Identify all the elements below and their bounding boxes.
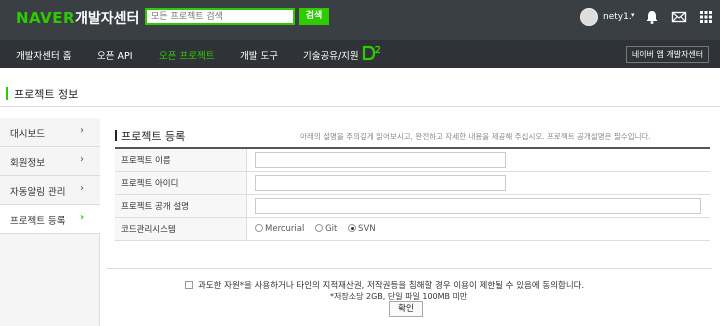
chevron-right-icon: › [80, 154, 84, 165]
agree-text: 과도한 자원*을 사용하거나 타인의 지적재산권, 저작권등을 침해할 경우 이… [198, 281, 585, 291]
radio-button[interactable] [348, 224, 357, 232]
search-button[interactable]: 검색 [299, 8, 329, 25]
user-name[interactable]: nety1. [603, 12, 632, 22]
agree-checkbox[interactable] [185, 281, 193, 289]
site-name[interactable]: 개발자센터 [75, 8, 139, 28]
project-name-input[interactable] [255, 152, 506, 168]
app-developer-center-button[interactable]: 네이버 앱 개발자센터 [626, 46, 709, 63]
sidebar-item-project-register[interactable]: 프로젝트 등록 › [0, 205, 101, 234]
radio-label: Git [325, 224, 338, 234]
radio-button[interactable] [315, 224, 324, 232]
top-header: NAVER 개발자센터 검색 nety1. ▾ [0, 0, 720, 40]
title-accent-bar [6, 87, 8, 100]
chevron-right-icon: › [80, 125, 84, 136]
apps-grid-icon[interactable] [698, 9, 714, 25]
project-form: 프로젝트 이름 프로젝트 아이디 프로젝트 공개 설명 코드관리시스템 Merc… [115, 147, 710, 241]
form-row-description: 프로젝트 공개 설명 [115, 195, 710, 218]
section-title: 프로젝트 등록 [121, 130, 186, 143]
sidebar-item-label: 대시보드 [10, 129, 45, 140]
field-label: 코드관리시스템 [115, 218, 247, 240]
chevron-down-icon[interactable]: ▾ [631, 11, 635, 19]
naver-logo[interactable]: NAVER [16, 9, 75, 27]
bell-icon[interactable] [644, 9, 660, 25]
nav-item-home[interactable]: 개발자센터 홈 [16, 48, 71, 62]
nav-item-tech-share[interactable]: 기술공유/지원 [303, 48, 359, 62]
sidebar-item-label: 프로젝트 등록 [10, 216, 66, 227]
sidebar-item-label: 회원정보 [10, 158, 45, 169]
field-label: 프로젝트 아이디 [115, 172, 247, 194]
scm-option-git[interactable]: Git [315, 224, 337, 234]
chevron-right-icon: › [80, 212, 85, 223]
d2-logo-icon[interactable] [362, 44, 382, 62]
sidebar-item-dashboard[interactable]: 대시보드 › [0, 118, 100, 147]
field-label: 프로젝트 이름 [115, 149, 247, 171]
page-title: 프로젝트 정보 [14, 88, 79, 101]
scm-option-mercurial[interactable]: Mercurial [255, 224, 304, 234]
project-description-input[interactable] [255, 198, 701, 214]
divider [107, 268, 712, 269]
sidebar-item-label: 자동알림 관리 [10, 187, 66, 198]
sidebar-item-notifications[interactable]: 자동알림 관리 › [0, 176, 100, 205]
field-label: 프로젝트 공개 설명 [115, 195, 247, 217]
nav-item-open-project[interactable]: 오픈 프로젝트 [159, 48, 214, 62]
mail-icon[interactable] [671, 9, 687, 25]
radio-label: SVN [358, 224, 376, 234]
form-row-id: 프로젝트 아이디 [115, 172, 710, 195]
scm-option-svn[interactable]: SVN [348, 224, 376, 234]
avatar[interactable] [580, 8, 598, 26]
confirm-button[interactable]: 확인 [389, 301, 423, 317]
sidebar-item-member-info[interactable]: 회원정보 › [0, 147, 100, 176]
sidebar: 대시보드 › 회원정보 › 자동알림 관리 › 프로젝트 등록 › [0, 118, 101, 326]
nav-item-open-api[interactable]: 오픈 API [97, 48, 133, 62]
chevron-right-icon: › [80, 183, 84, 194]
section-accent-bar [115, 130, 117, 141]
scm-radio-group: Mercurial Git SVN [255, 224, 384, 234]
form-row-scm: 코드관리시스템 Mercurial Git SVN [115, 218, 710, 241]
nav-item-dev-tools[interactable]: 개발 도구 [240, 48, 278, 62]
form-row-name: 프로젝트 이름 [115, 149, 710, 172]
project-id-input[interactable] [255, 175, 506, 191]
section-description: 아래의 설명을 주의깊게 읽어보시고, 완전하고 자세한 내용을 제공해 주십시… [300, 132, 651, 141]
search-input[interactable] [145, 8, 295, 25]
main-nav: 개발자센터 홈 오픈 API 오픈 프로젝트 개발 도구 기술공유/지원 [0, 40, 720, 68]
page-title-area: 프로젝트 정보 [0, 82, 720, 107]
radio-label: Mercurial [265, 224, 305, 234]
radio-button[interactable] [255, 224, 263, 232]
